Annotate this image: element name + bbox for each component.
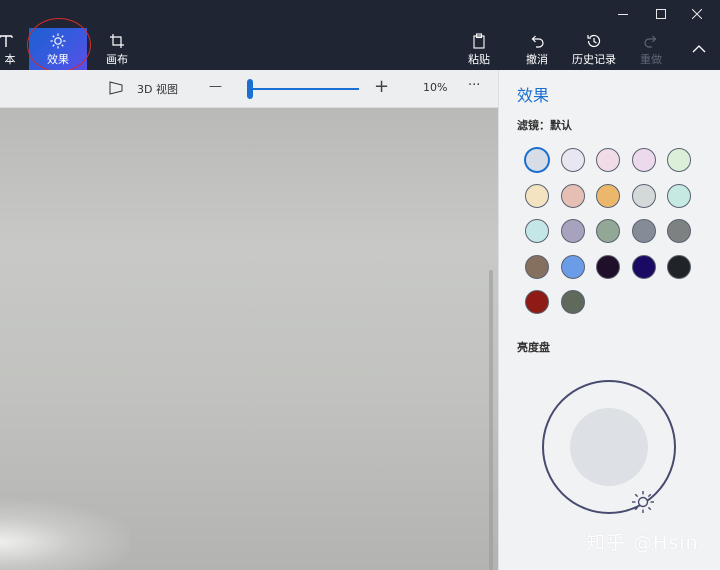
brightness-label: 亮度盘	[517, 341, 550, 354]
panel-title: 效果	[517, 86, 550, 105]
history-label: 历史记录	[572, 52, 616, 66]
watermark: 知乎 @Hsin	[586, 532, 699, 554]
zoom-out-button[interactable]: —	[209, 79, 222, 94]
minimize-icon	[618, 14, 628, 15]
filter-swatch[interactable]	[596, 254, 620, 279]
sun-icon	[50, 32, 66, 50]
filter-swatch[interactable]	[596, 219, 620, 243]
paste-button[interactable]: 粘贴	[460, 28, 498, 70]
filter-swatch[interactable]	[631, 148, 656, 172]
filter-swatch[interactable]	[667, 254, 691, 279]
filter-swatch[interactable]	[631, 183, 656, 208]
zoom-slider-thumb[interactable]	[246, 79, 253, 99]
redo-button[interactable]: 重做	[632, 28, 670, 70]
history-button[interactable]: 历史记录	[566, 28, 622, 70]
more-options-button[interactable]: ···	[468, 78, 480, 93]
chevron-up-icon	[692, 45, 706, 53]
collapse-toolbar-button[interactable]	[684, 28, 714, 70]
tool-canvas-label: 画布	[106, 52, 128, 66]
paste-label: 粘贴	[468, 52, 490, 66]
close-button[interactable]	[674, 0, 720, 28]
close-icon	[692, 9, 702, 19]
history-icon	[586, 32, 602, 50]
undo-icon	[529, 32, 545, 50]
top-toolbar: 本 效果 画布 粘贴 撤消 历史记录 重做	[0, 0, 720, 72]
filter-swatch[interactable]	[596, 148, 620, 172]
filter-swatch[interactable]	[667, 219, 691, 243]
filter-swatch[interactable]	[525, 183, 549, 208]
tool-canvas[interactable]: 画布	[96, 28, 138, 70]
canvas-glow-area	[0, 500, 130, 570]
tool-text[interactable]: 本	[0, 28, 26, 70]
canvas-scrollbar[interactable]	[489, 270, 493, 570]
redo-label: 重做	[640, 52, 662, 66]
redo-icon	[643, 32, 659, 50]
zoom-percent[interactable]: 10%	[423, 81, 447, 94]
3d-view-icon	[109, 81, 123, 95]
brightness-sun-icon[interactable]	[631, 490, 655, 514]
filter-swatch[interactable]	[631, 254, 656, 279]
filter-swatch[interactable]	[525, 290, 549, 314]
filter-swatch[interactable]	[631, 219, 656, 243]
filter-swatch[interactable]	[525, 219, 549, 243]
tool-effects[interactable]: 效果	[29, 28, 87, 70]
filter-swatch[interactable]	[525, 148, 549, 172]
paste-icon	[471, 32, 487, 50]
tool-effects-label: 效果	[47, 52, 69, 66]
tool-text-label: 本	[4, 52, 16, 66]
filter-swatch[interactable]	[560, 290, 585, 314]
filter-swatch[interactable]	[560, 183, 585, 208]
filter-swatch[interactable]	[667, 148, 691, 172]
zoom-slider-track[interactable]	[250, 88, 359, 90]
effects-panel: 效果 滤镜：默认 亮度盘	[498, 70, 720, 570]
brightness-dial-center[interactable]	[570, 408, 648, 486]
text-icon	[0, 32, 14, 50]
zoom-in-button[interactable]: +	[374, 76, 389, 97]
3d-view-button[interactable]: 3D 视图	[137, 81, 178, 97]
maximize-icon	[656, 9, 666, 19]
undo-button[interactable]: 撤消	[518, 28, 556, 70]
crop-icon	[109, 32, 125, 50]
filter-swatch[interactable]	[667, 183, 691, 208]
filter-swatch[interactable]	[560, 219, 585, 243]
filter-swatch[interactable]	[596, 183, 620, 208]
filter-swatch[interactable]	[560, 254, 585, 279]
undo-label: 撤消	[526, 52, 548, 66]
filter-label: 滤镜：默认	[517, 119, 572, 132]
view-bar: 3D 视图 — + 10% ···	[0, 70, 498, 108]
filter-swatch[interactable]	[525, 254, 549, 279]
filter-swatch[interactable]	[560, 148, 585, 172]
